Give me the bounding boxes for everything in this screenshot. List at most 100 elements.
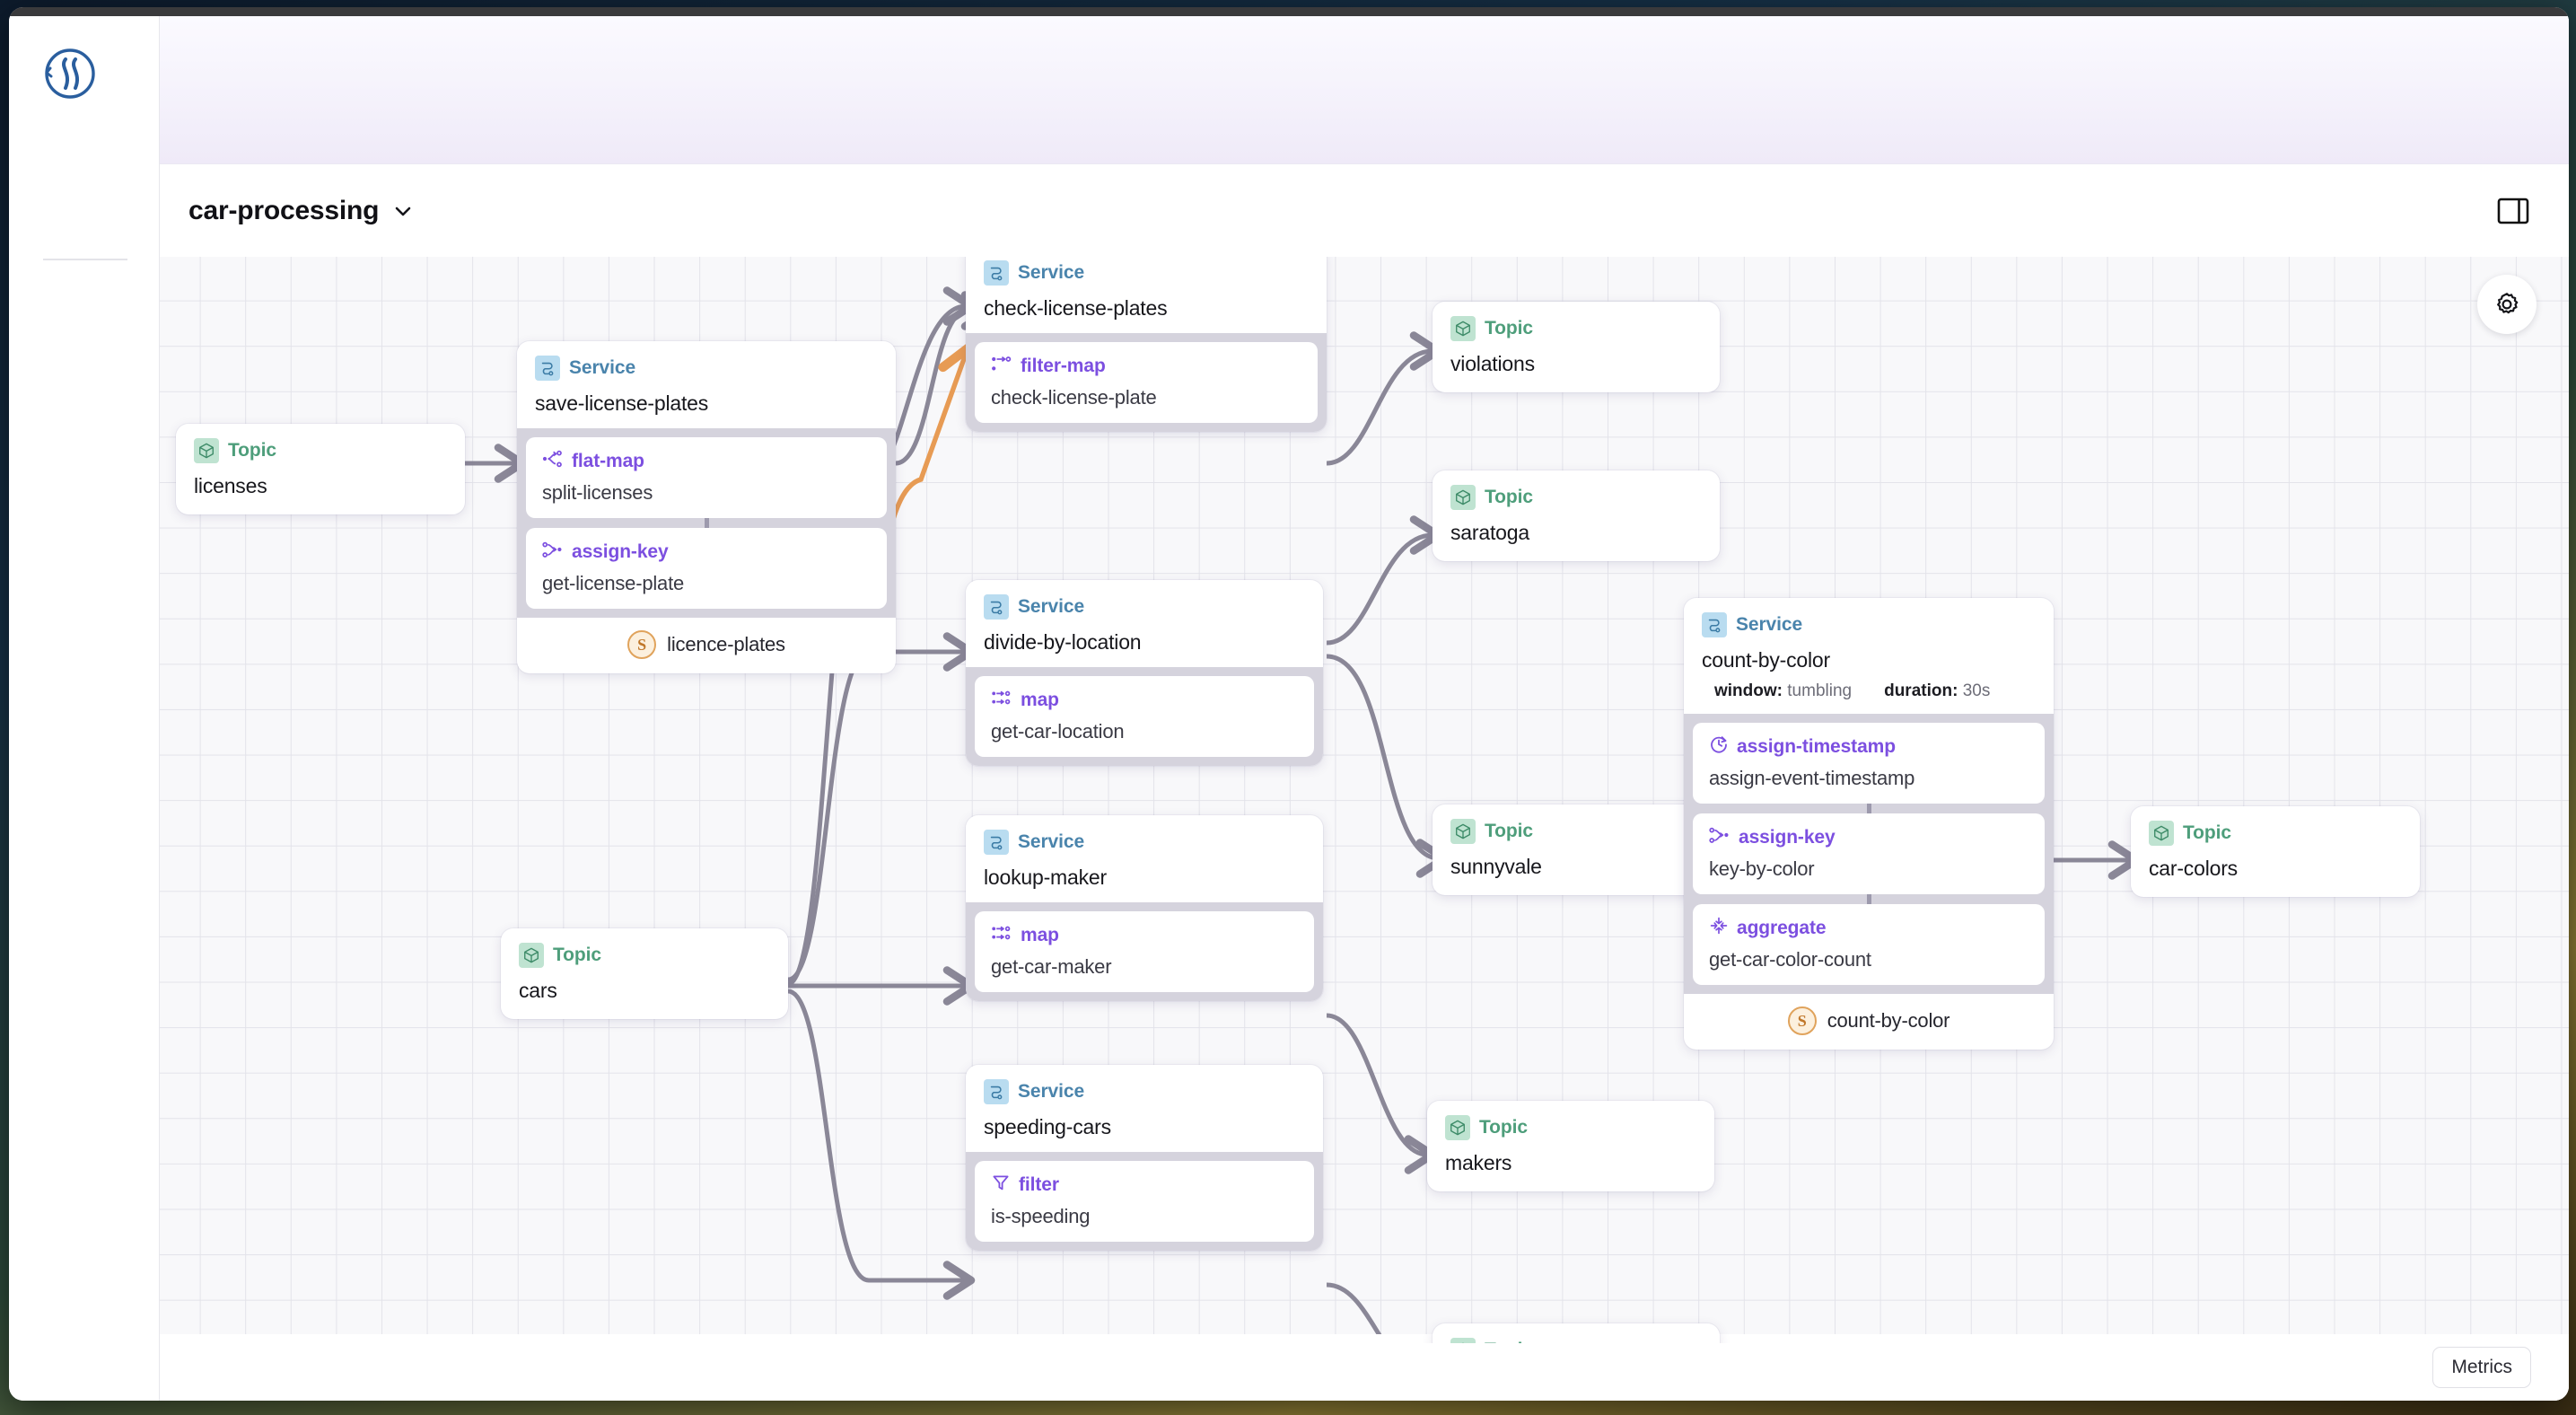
filter-map-icon [991,354,1012,378]
node-type-label: Service [1018,1081,1085,1102]
topic-node-saratoga[interactable]: Topic saratoga [1433,470,1720,561]
service-node-save-license-plates[interactable]: Service save-license-plates flat-map spl… [517,341,896,673]
panel-right-icon[interactable] [2495,195,2531,227]
footer-bar: Metrics [160,1334,2569,1401]
pipeline-canvas[interactable]: Topic licenses Service save-license-plat… [160,257,2569,1343]
cube-icon [194,438,219,463]
service-header: Service save-license-plates [517,341,896,428]
operator-kind: aggregate [1737,917,1827,938]
service-route-icon [984,260,1009,286]
map-icon [991,688,1012,712]
service-header: Service check-license-plates [966,257,1327,333]
operator-assign-key[interactable]: assign-key get-license-plate [526,528,887,609]
operator-chain: flat-map split-licenses assign-key get-l… [517,428,896,618]
topic-node-makers[interactable]: Topic makers [1427,1101,1714,1191]
topic-node-sunnyvale[interactable]: Topic sunnyvale [1433,804,1720,895]
operator-filter[interactable]: filter is-speeding [975,1161,1314,1242]
cube-icon [1450,316,1476,341]
operator-name: split-licenses [542,481,653,504]
operator-kind: assign-key [572,541,669,562]
service-route-icon [984,1079,1009,1104]
topic-node-licenses[interactable]: Topic licenses [176,424,465,514]
node-name: save-license-plates [535,391,709,415]
state-store-name: count-by-color [1827,1009,1950,1032]
node-name: count-by-color [1702,648,1830,672]
topic-node-car-colors[interactable]: Topic car-colors [2131,806,2420,897]
node-name: sunnyvale [1450,855,1542,878]
service-node-divide-by-location[interactable]: Service divide-by-location map get-car-l… [966,580,1323,766]
operator-assign-timestamp[interactable]: assign-timestamp assign-event-timestamp [1693,723,2045,804]
window-titlebar [9,7,2569,16]
operator-kind: filter [1019,1173,1059,1195]
window-value: tumbling [1787,681,1853,700]
operator-kind: filter-map [1021,355,1106,376]
node-name: car-colors [2149,857,2238,880]
cube-icon [1450,1338,1476,1343]
app-logo-icon[interactable] [41,45,99,102]
page-title: car-processing [188,195,380,225]
topic-node-violations[interactable]: Topic violations [1433,302,1720,392]
operator-aggregate[interactable]: aggregate get-car-color-count [1693,904,2045,985]
service-header: Service speeding-cars [966,1065,1323,1152]
operator-name: assign-event-timestamp [1709,767,1915,789]
operator-name: get-license-plate [542,572,685,594]
node-type-label: Service [569,357,636,378]
page-header: car-processing [160,164,2569,257]
operator-kind: assign-key [1739,826,1836,848]
operator-filter-map[interactable]: filter-map check-license-plate [975,342,1318,423]
service-route-icon [984,830,1009,855]
service-route-icon [984,594,1009,620]
assign-key-icon [542,540,564,564]
browser-window: car-processing Topic licenses Service sa… [9,7,2569,1401]
node-name: makers [1445,1151,1512,1174]
operator-assign-key[interactable]: assign-key key-by-color [1693,813,2045,894]
operator-chain: assign-timestamp assign-event-timestamp [1684,714,2054,994]
state-store-icon: S [1787,1006,1817,1035]
gear-icon[interactable] [2477,275,2537,334]
cube-icon [2149,821,2174,846]
operator-map[interactable]: map get-car-maker [975,911,1314,992]
funnel-icon [991,1173,1011,1197]
operator-name: get-car-color-count [1709,948,1871,971]
rail-divider [43,259,127,260]
operator-name: check-license-plate [991,386,1157,409]
window-key: window: [1714,681,1783,700]
node-name: lookup-maker [984,866,1107,889]
topic-node-cars[interactable]: Topic cars [501,928,788,1019]
service-route-icon [1702,612,1727,637]
node-type-label: Topic [1485,487,1533,507]
service-node-count-by-color[interactable]: Service count-by-color window: tumbling … [1684,598,2054,1050]
duration-key: duration: [1884,681,1958,700]
cube-icon [1450,819,1476,844]
service-header: Service divide-by-location [966,580,1323,667]
node-type-label: Service [1018,596,1085,617]
operator-map[interactable]: map get-car-location [975,676,1314,757]
state-store-row[interactable]: S count-by-color [1684,994,2054,1050]
duration-value: 30s [1962,681,1991,700]
metrics-button[interactable]: Metrics [2432,1347,2531,1388]
page-title-group[interactable]: car-processing [188,196,415,226]
assign-key-icon [1709,825,1730,849]
node-name: speeding-cars [984,1115,1111,1138]
service-window-meta: window: tumbling duration: 30s [1702,681,2036,701]
node-type-label: Topic [1479,1117,1528,1138]
service-node-lookup-maker[interactable]: Service lookup-maker map get-car-maker [966,815,1323,1001]
node-name: violations [1450,352,1535,375]
node-type-label: Topic [2183,822,2231,843]
cube-icon [1445,1115,1470,1140]
operator-flat-map[interactable]: flat-map split-licenses [526,437,887,518]
map-icon [991,923,1012,947]
topic-node-speeding[interactable]: Topic speeding [1433,1323,1720,1343]
service-node-check-license-plates[interactable]: Service check-license-plates filter-map … [966,257,1327,432]
cube-icon [1450,485,1476,510]
desktop-backdrop: car-processing Topic licenses Service sa… [0,0,2576,1415]
operator-chain: map get-car-location [966,667,1323,766]
aggregate-icon [1709,916,1729,940]
service-node-speeding-cars[interactable]: Service speeding-cars filter is-speeding [966,1065,1323,1251]
node-type-label: Service [1018,262,1085,283]
state-store-row[interactable]: S licence-plates [517,618,896,673]
operator-kind: map [1021,689,1059,710]
chevron-down-icon[interactable] [391,199,415,223]
left-rail [9,16,160,1401]
operator-name: get-car-maker [991,955,1112,978]
